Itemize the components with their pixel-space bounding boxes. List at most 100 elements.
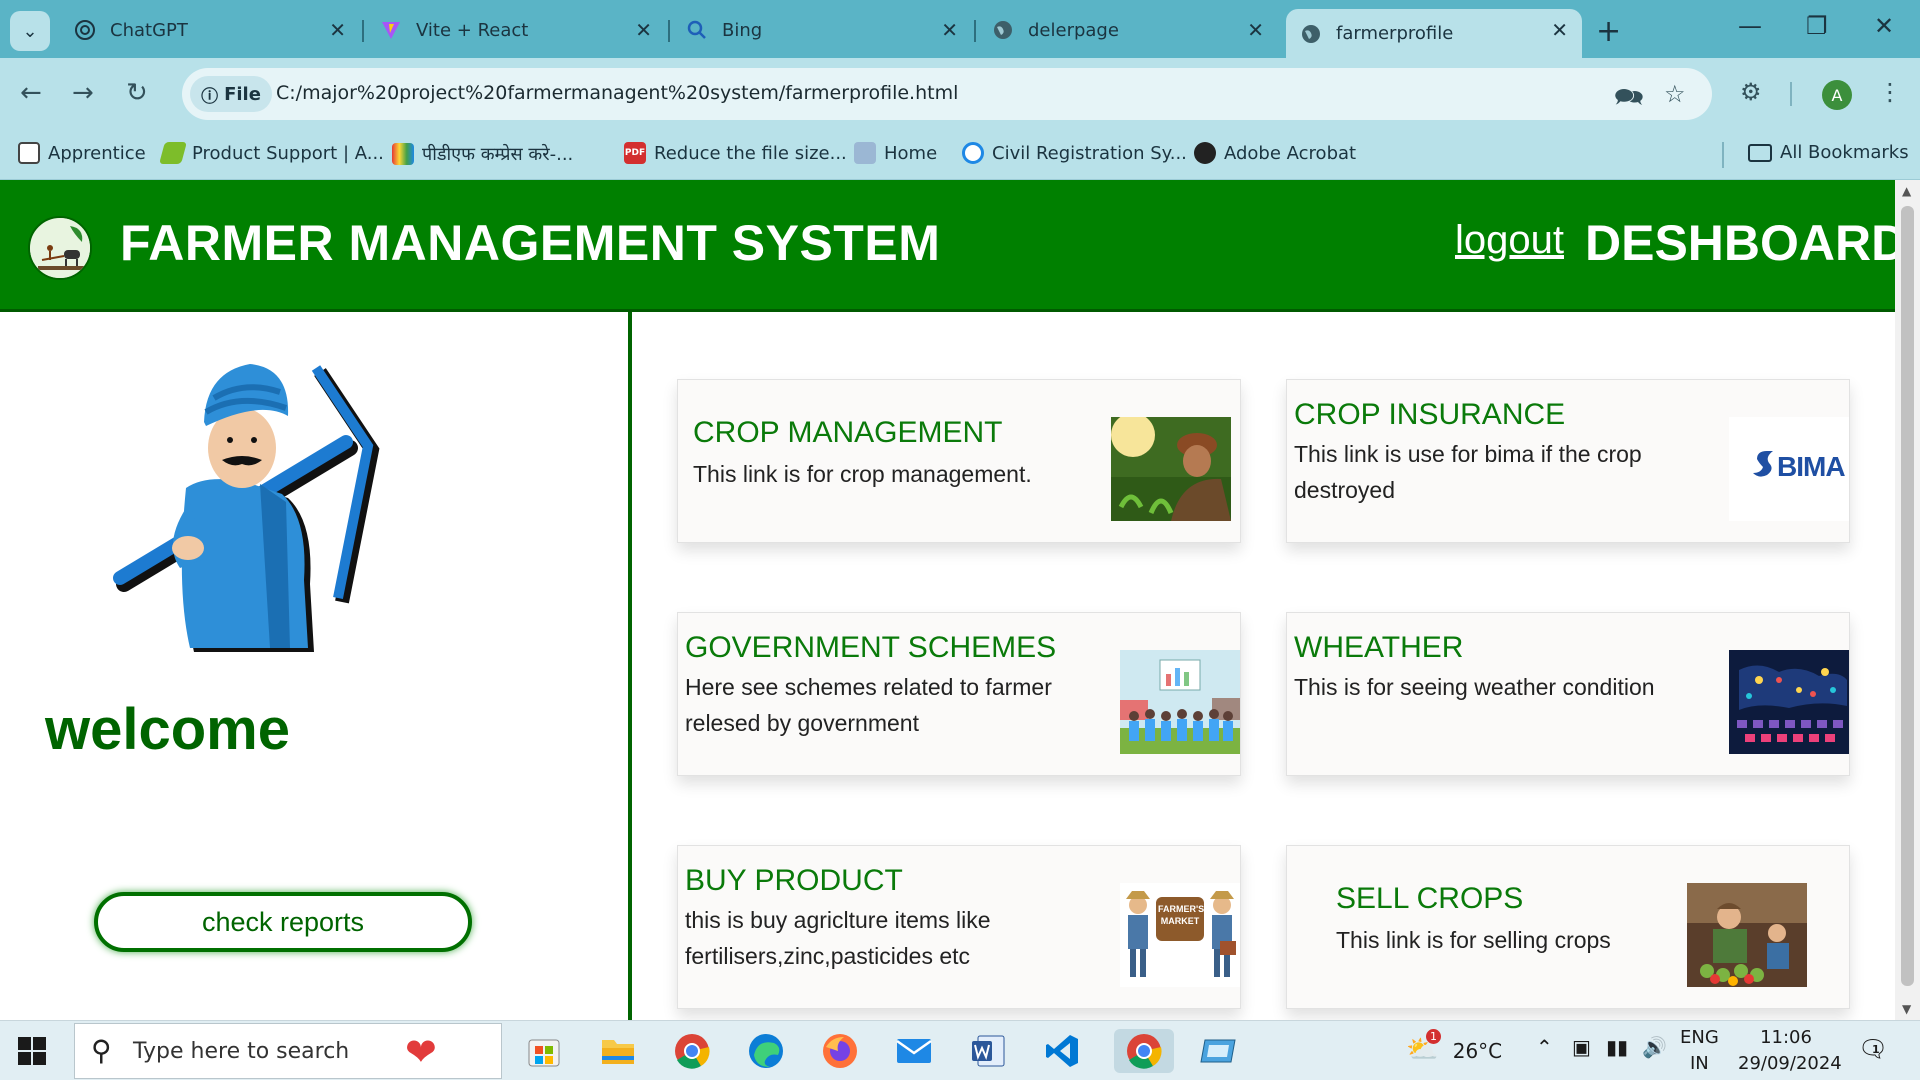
- chrome-icon[interactable]: [670, 1029, 714, 1073]
- bookmark-star-icon[interactable]: ☆: [1664, 80, 1686, 108]
- scroll-down-arrow-icon[interactable]: ▼: [1902, 1002, 1911, 1016]
- browser-tab-bar: ⌄ ChatGPT ✕ Vite + React ✕ Bing ✕ delerp…: [0, 0, 1920, 58]
- profile-avatar[interactable]: A: [1822, 80, 1852, 110]
- heart-stethoscope-icon: ❤: [405, 1030, 437, 1074]
- chevron-down-icon: ⌄: [22, 20, 38, 42]
- bookmark-pdf-compress[interactable]: पीडीएफ कम्प्रेस करे-...: [392, 142, 573, 166]
- bookmark-reduce-file-size[interactable]: PDF Reduce the file size...: [624, 142, 847, 164]
- tab-vite-react[interactable]: Vite + React ✕: [366, 9, 666, 51]
- chevron-up-icon[interactable]: ⌃: [1536, 1035, 1553, 1059]
- sidebar: welcome check reports: [0, 312, 632, 1020]
- close-window-button[interactable]: ✕: [1874, 12, 1894, 40]
- card-crop-management[interactable]: CROP MANAGEMENT This link is for crop ma…: [677, 379, 1241, 543]
- card-description: This is for seeing weather condition: [1294, 674, 1655, 700]
- site-info-chip[interactable]: ⓘ File: [190, 76, 272, 112]
- bookmark-label: Home: [884, 142, 938, 164]
- card-government-schemes[interactable]: GOVERNMENT SCHEMES Here see schemes rela…: [677, 612, 1241, 776]
- welcome-text: welcome: [45, 697, 290, 762]
- weather-widget[interactable]: ⛅ 1 26°C: [1406, 1029, 1502, 1065]
- bookmark-label: Adobe Acrobat: [1224, 142, 1357, 164]
- tab-farmerprofile[interactable]: farmerprofile ✕: [1286, 9, 1582, 58]
- home-icon: [854, 142, 876, 164]
- windows-logo-icon: [18, 1052, 31, 1065]
- civil-registration-icon: [962, 142, 984, 164]
- apprentice-icon: [18, 142, 40, 164]
- bookmark-apprentice[interactable]: Apprentice: [18, 142, 146, 164]
- browser-toolbar: ← → ↻ ⓘ File C:/major%20project%20farmer…: [0, 58, 1920, 130]
- url-text: C:/major%20project%20farmermanagent%20sy…: [276, 82, 959, 104]
- bookmark-label: Product Support | A...: [192, 142, 384, 164]
- scrollbar-thumb[interactable]: [1901, 206, 1914, 986]
- address-bar[interactable]: ⓘ File C:/major%20project%20farmermanage…: [182, 68, 1712, 120]
- tab-title: farmerprofile: [1336, 23, 1454, 44]
- tab-title: delerpage: [1028, 19, 1119, 41]
- language-line1: ENG: [1680, 1027, 1719, 1048]
- bookmark-civil-registration[interactable]: Civil Registration Sy...: [962, 142, 1187, 164]
- windows-start-button[interactable]: [18, 1037, 46, 1065]
- system-clock[interactable]: 11:06 29/09/2024: [1738, 1025, 1842, 1077]
- bookmark-home[interactable]: Home: [854, 142, 937, 164]
- extensions-icon[interactable]: ⚙: [1740, 78, 1762, 106]
- translate-icon[interactable]: 🗪: [1614, 80, 1644, 121]
- farmer-illustration: [110, 352, 440, 672]
- bookmark-label: Apprentice: [48, 142, 146, 164]
- close-tab-icon[interactable]: ✕: [1551, 18, 1568, 42]
- chrome-active-icon[interactable]: [1114, 1029, 1174, 1073]
- back-button[interactable]: ←: [20, 78, 42, 108]
- card-title: CROP MANAGEMENT: [693, 416, 1003, 449]
- site-header: FARMER MANAGEMENT SYSTEM logout DESHBOAR…: [0, 180, 1895, 312]
- farmers-market-sign-text: FARMER'S MARKET: [1158, 904, 1205, 926]
- tab-search-button[interactable]: ⌄: [10, 11, 50, 51]
- volume-icon[interactable]: 🔊: [1642, 1035, 1667, 1059]
- remote-desktop-icon[interactable]: [1196, 1029, 1240, 1073]
- card-description: this is buy agriclture items like fertil…: [685, 907, 991, 969]
- tab-title: Bing: [722, 19, 763, 41]
- card-sell-crops[interactable]: SELL CROPS This link is for selling crop…: [1286, 845, 1850, 1009]
- meet-now-icon[interactable]: ▣: [1572, 1035, 1591, 1059]
- microsoft-store-icon[interactable]: [522, 1029, 566, 1073]
- forward-button[interactable]: →: [72, 78, 94, 108]
- word-icon[interactable]: [966, 1029, 1010, 1073]
- bookmark-product-support[interactable]: Product Support | A...: [159, 142, 384, 164]
- logout-link[interactable]: logout: [1455, 218, 1564, 263]
- card-description: This link is use for bima if the crop de…: [1294, 441, 1642, 503]
- edge-icon[interactable]: [744, 1029, 788, 1073]
- globe-icon: [992, 19, 1014, 41]
- close-tab-icon[interactable]: ✕: [941, 18, 958, 42]
- toolbar-divider: [1790, 82, 1792, 106]
- tab-bing[interactable]: Bing ✕: [672, 9, 972, 51]
- vscode-icon[interactable]: [1040, 1029, 1084, 1073]
- file-explorer-icon[interactable]: [596, 1029, 640, 1073]
- scroll-up-arrow-icon[interactable]: ▲: [1902, 184, 1911, 198]
- taskbar-search-box[interactable]: ⚲ Type here to search ❤: [74, 1023, 502, 1079]
- menu-kebab-icon[interactable]: ⋮: [1878, 78, 1902, 106]
- bookmark-adobe-acrobat[interactable]: Adobe Acrobat: [1194, 142, 1356, 164]
- notifications-button[interactable]: 🗨 1: [1858, 1035, 1888, 1063]
- tab-separator: [668, 20, 670, 42]
- language-indicator[interactable]: ENG IN: [1680, 1025, 1719, 1077]
- close-tab-icon[interactable]: ✕: [329, 18, 346, 42]
- card-title: GOVERNMENT SCHEMES: [685, 631, 1057, 664]
- farmers-market-image: FARMER'S MARKET: [1120, 883, 1240, 987]
- close-tab-icon[interactable]: ✕: [1247, 18, 1264, 42]
- minimize-button[interactable]: —: [1738, 12, 1762, 40]
- bookmark-label: Reduce the file size...: [654, 142, 847, 164]
- restore-button[interactable]: ❐: [1806, 12, 1828, 40]
- card-buy-product[interactable]: BUY PRODUCT this is buy agriclture items…: [677, 845, 1241, 1009]
- card-crop-insurance[interactable]: CROP INSURANCE This link is use for bima…: [1286, 379, 1850, 543]
- reload-button[interactable]: ↻: [126, 78, 148, 108]
- page-scrollbar[interactable]: ▲ ▼: [1895, 180, 1920, 1020]
- close-tab-icon[interactable]: ✕: [635, 18, 652, 42]
- tab-delerpage[interactable]: delerpage ✕: [978, 9, 1278, 51]
- card-title: CROP INSURANCE: [1294, 398, 1566, 431]
- tab-chatgpt[interactable]: ChatGPT ✕: [60, 9, 360, 51]
- firefox-icon[interactable]: [818, 1029, 862, 1073]
- check-reports-button[interactable]: check reports: [94, 892, 472, 952]
- tab-title: ChatGPT: [110, 19, 188, 41]
- all-bookmarks-button[interactable]: All Bookmarks: [1748, 142, 1909, 163]
- clock-date: 29/09/2024: [1738, 1053, 1842, 1074]
- new-tab-button[interactable]: +: [1596, 14, 1621, 49]
- battery-icon[interactable]: ▮▮: [1606, 1035, 1628, 1059]
- mail-icon[interactable]: [892, 1029, 936, 1073]
- card-weather[interactable]: WHEATHER This is for seeing weather cond…: [1286, 612, 1850, 776]
